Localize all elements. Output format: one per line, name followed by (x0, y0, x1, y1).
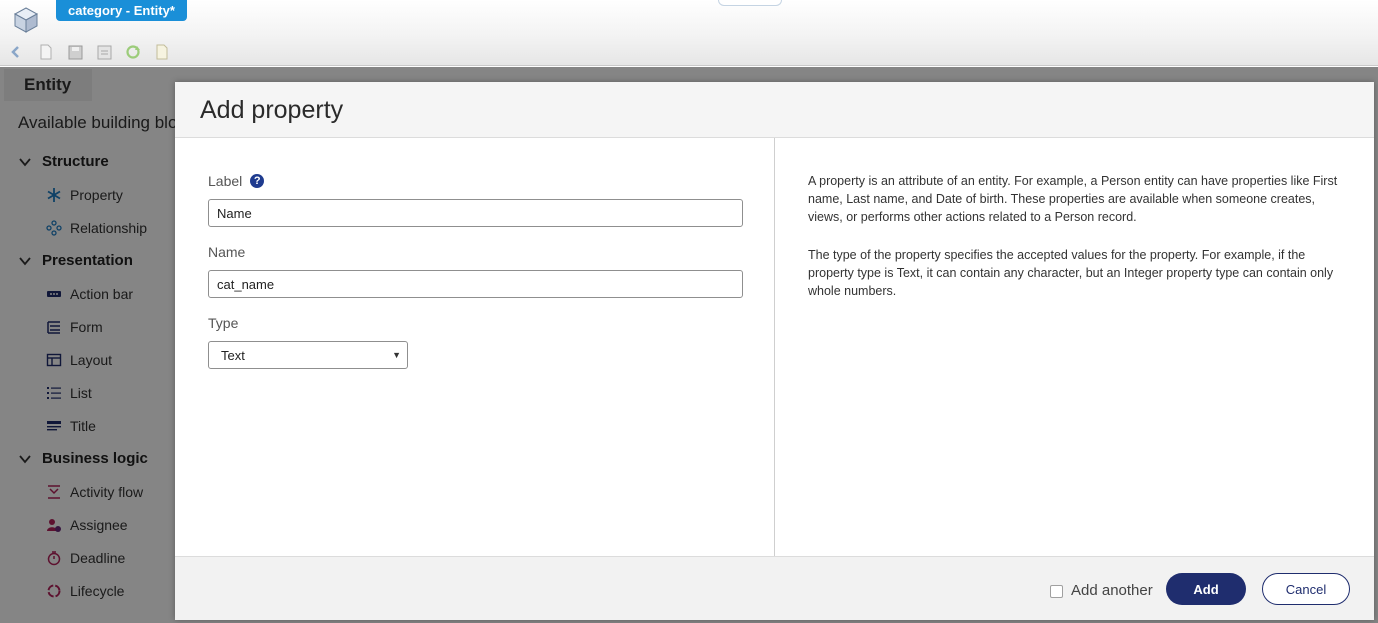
new-icon[interactable] (37, 43, 55, 61)
dialog-header: Add property (175, 82, 1374, 138)
type-select[interactable]: Text ▼ (208, 341, 408, 369)
type-field-label: Type (208, 315, 239, 331)
app-cube-logo-icon[interactable] (12, 6, 40, 34)
label-input[interactable] (208, 199, 743, 227)
back-icon[interactable] (8, 43, 26, 61)
cancel-button[interactable]: Cancel (1262, 573, 1350, 605)
save-as-icon[interactable] (95, 43, 113, 61)
property-form: Label ? Name Type Text ▼ (175, 138, 775, 556)
help-icon[interactable]: ? (250, 174, 265, 188)
label-field-label: Label ? (208, 173, 265, 189)
label-field-caption: Label (208, 173, 243, 189)
type-select-value: Text (221, 348, 245, 363)
property-help-text: A property is an attribute of an entity.… (776, 138, 1374, 556)
add-another-label[interactable]: Add another (1071, 582, 1153, 599)
dialog-footer: Add another Add Cancel (175, 556, 1374, 620)
dropdown-arrow-icon: ▼ (392, 350, 401, 360)
add-button[interactable]: Add (1166, 573, 1246, 605)
description-paragraph-1: A property is an attribute of an entity.… (808, 174, 1338, 224)
collapse-handle[interactable] (718, 0, 782, 6)
edit-icon[interactable] (153, 43, 171, 61)
refresh-icon[interactable] (124, 43, 142, 61)
name-input[interactable] (208, 270, 743, 298)
name-field-label: Name (208, 244, 246, 260)
app-header: category - Entity* (0, 0, 1378, 66)
description-paragraph-2: The type of the property specifies the a… (808, 248, 1334, 298)
save-icon[interactable] (66, 43, 84, 61)
dialog-body: Label ? Name Type Text ▼ A property is a… (175, 138, 1374, 556)
document-tab[interactable]: category - Entity* (56, 0, 187, 21)
toolbar (8, 42, 182, 62)
add-another-checkbox[interactable] (1050, 585, 1063, 598)
dialog-title: Add property (200, 96, 344, 124)
add-property-dialog: Add property Label ? Name Type Text ▼ A … (175, 82, 1374, 620)
